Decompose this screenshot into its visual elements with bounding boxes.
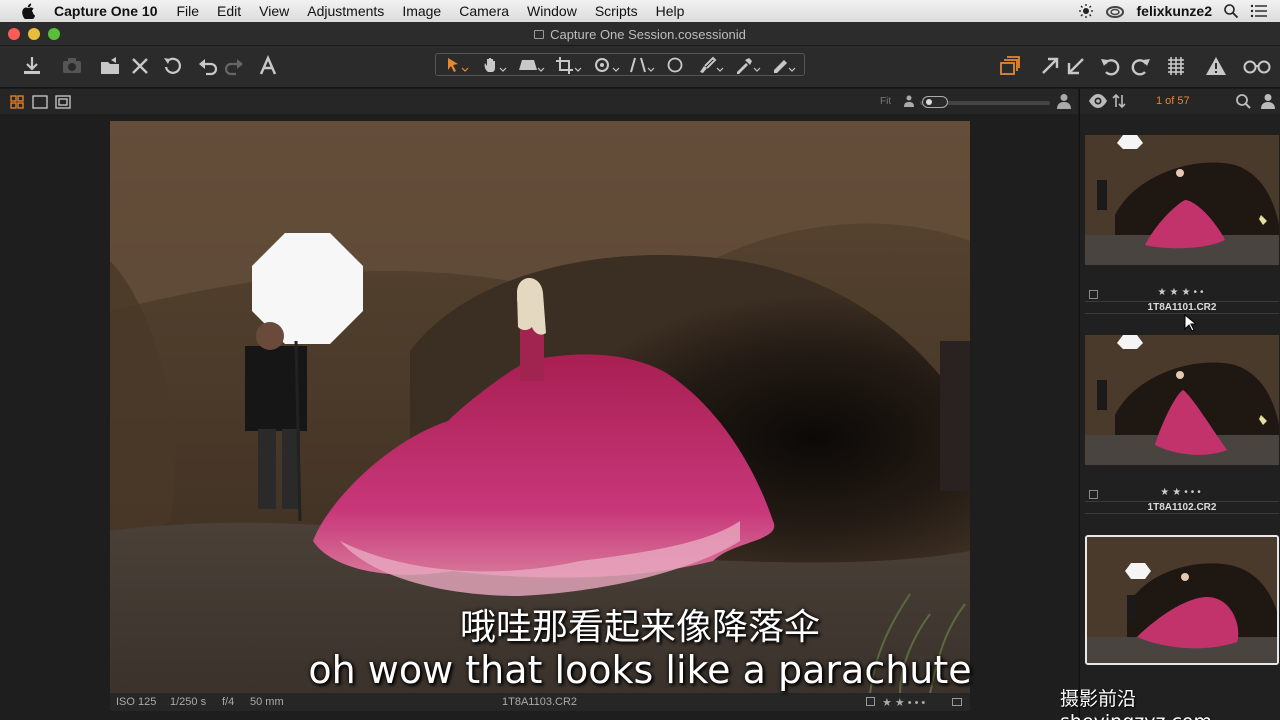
image-count: 1 of 57 (1156, 95, 1190, 107)
window-title: Capture One Session.cosessionid (550, 27, 746, 42)
undo-icon[interactable] (194, 53, 222, 79)
proof-glasses-icon[interactable] (1240, 53, 1274, 79)
apple-icon[interactable] (20, 3, 38, 19)
copy-adjustments-icon[interactable] (1036, 53, 1064, 79)
brush-tool-icon[interactable] (700, 56, 724, 73)
keystone-tool-icon[interactable] (630, 57, 655, 73)
eye-icon[interactable] (1088, 93, 1108, 109)
menu-edit[interactable]: Edit (217, 3, 241, 19)
import-icon[interactable] (18, 53, 46, 79)
focal-length-value: 50 mm (250, 696, 284, 708)
aperture-value: f/4 (222, 696, 235, 708)
thumbnail-filename: 1T8A1101.CR2 (1085, 301, 1279, 314)
crop-tool-icon[interactable] (556, 57, 582, 74)
person-small-icon (904, 95, 914, 107)
star-rating[interactable]: ★★••• (882, 696, 928, 709)
cursor-tools-group (435, 53, 805, 76)
zoom-fit-label[interactable]: Fit (880, 96, 891, 107)
grid-icon[interactable] (1162, 53, 1190, 79)
menu-scripts[interactable]: Scripts (595, 3, 638, 19)
window-titlebar: Capture One Session.cosessionid (0, 22, 1280, 46)
loupe-tool-icon[interactable] (519, 60, 545, 72)
creative-cloud-icon[interactable] (1105, 4, 1125, 18)
sort-icon[interactable] (1112, 93, 1126, 109)
thumbnail-image[interactable] (1085, 135, 1279, 265)
viewer-filename: 1T8A1103.CR2 (502, 696, 578, 708)
spot-removal-icon[interactable] (667, 57, 683, 73)
brightness-icon[interactable] (1078, 4, 1093, 18)
menu-camera[interactable]: Camera (459, 3, 509, 19)
move-to-folder-icon[interactable] (96, 53, 124, 79)
zoom-slider-handle[interactable] (922, 96, 948, 108)
spotlight-search-icon[interactable] (1224, 4, 1238, 18)
menu-window[interactable]: Window (527, 3, 577, 19)
person-filter-icon[interactable] (1260, 93, 1276, 109)
menu-adjustments[interactable]: Adjustments (307, 3, 384, 19)
browser-search-icon[interactable] (1235, 93, 1251, 109)
annotate-tool-icon[interactable] (774, 60, 796, 73)
select-tool-icon[interactable] (448, 58, 469, 72)
menu-file[interactable]: File (176, 3, 199, 19)
mac-menubar: Capture One 10 File Edit View Adjustment… (0, 0, 1280, 22)
rotate-tool-icon[interactable] (595, 58, 620, 72)
apply-adjustments-icon[interactable] (1062, 53, 1090, 79)
menu-image[interactable]: Image (402, 3, 441, 19)
fit-view-icon[interactable] (55, 95, 71, 109)
capture-one-window: Capture One 10 File Edit View Adjustment… (0, 0, 1280, 720)
menu-view[interactable]: View (259, 3, 289, 19)
image-info-bar: ISO 125 1/250 s f/4 50 mm 1T8A1103.CR2 ★… (110, 693, 970, 711)
pan-tool-icon[interactable] (484, 58, 507, 72)
thumbnail-filename: 1T8A1102.CR2 (1085, 501, 1279, 514)
rotate-left-icon[interactable] (1096, 53, 1124, 79)
notification-center-icon[interactable] (1250, 4, 1268, 18)
user-menu[interactable]: felixkunze2 (1137, 3, 1212, 19)
browser-toolbar: 1 of 57 (1080, 89, 1280, 114)
thumbnail-rating[interactable]: ★★••• (1085, 487, 1279, 498)
thumbnail-image[interactable] (1085, 335, 1279, 465)
browser-panel: 1 of 57 ★★★•• 1T8A1101.CR2 ★★••• 1T8A110… (1079, 89, 1280, 720)
viewer-toolbar: Fit (0, 89, 1078, 114)
metadata-icon[interactable] (952, 698, 962, 706)
watermark-text: 摄影前沿 sheyingzyz.com (1060, 688, 1212, 720)
document-icon (534, 30, 545, 39)
multi-view-icon[interactable] (10, 95, 24, 109)
mouse-pointer-icon (1184, 314, 1196, 332)
app-menu[interactable]: Capture One 10 (54, 3, 157, 19)
text-tool-icon[interactable] (254, 53, 282, 79)
thumbnail-rating[interactable]: ★★★•• (1085, 287, 1279, 298)
exposure-warning-icon[interactable] (1202, 53, 1230, 79)
select-checkbox[interactable] (866, 697, 875, 706)
single-view-icon[interactable] (32, 95, 48, 109)
redo-icon[interactable] (220, 53, 248, 79)
color-picker-icon[interactable] (737, 58, 761, 74)
delete-icon[interactable] (126, 53, 154, 79)
iso-value: ISO 125 (116, 696, 157, 708)
shutter-value: 1/250 s (170, 696, 207, 708)
person-large-icon (1057, 94, 1071, 109)
variants-icon[interactable] (996, 53, 1024, 79)
rotate-right-icon[interactable] (1127, 53, 1155, 79)
camera-icon[interactable] (58, 53, 86, 79)
menu-help[interactable]: Help (656, 3, 685, 19)
reset-icon[interactable] (158, 53, 186, 79)
thumbnail-image[interactable] (1085, 535, 1279, 665)
